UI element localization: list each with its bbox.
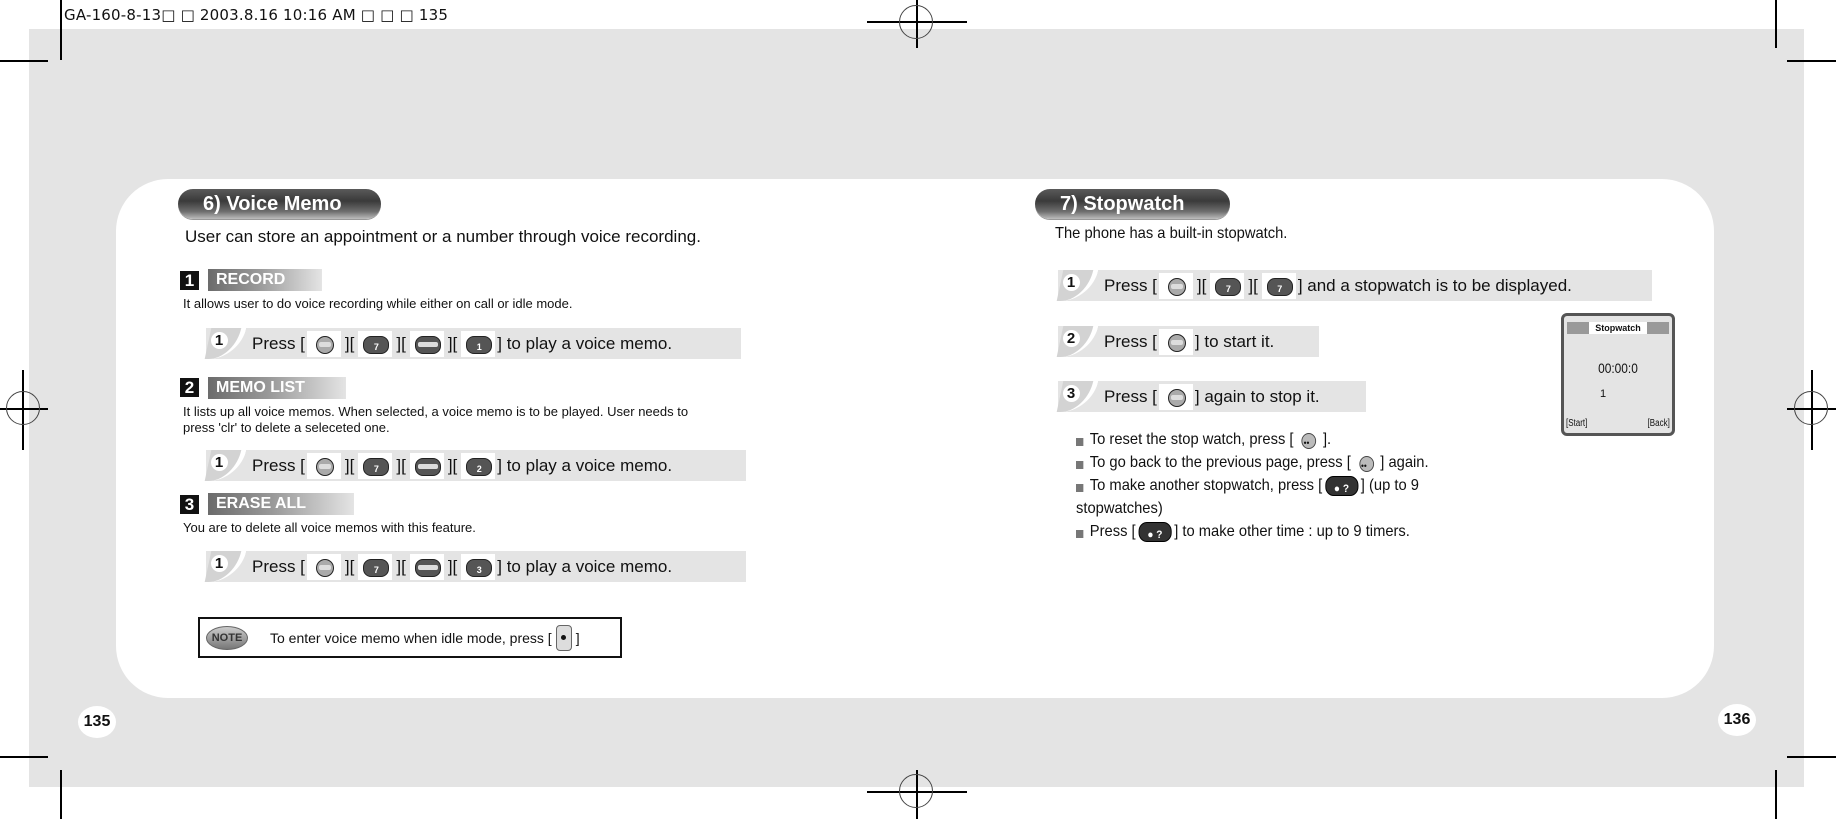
crop-mark [60, 770, 62, 819]
stopwatch-intro: The phone has a built-in stopwatch. [1055, 225, 1288, 242]
2-key-icon: 2 [461, 452, 496, 479]
menu-key-icon [306, 452, 341, 479]
step-number: 1 [204, 328, 247, 359]
step-text: Press [ [1104, 275, 1157, 295]
subsection-number: 3 [180, 495, 199, 514]
7-key-icon: 7 [1261, 272, 1296, 299]
section-title-stopwatch: 7) Stopwatch [1035, 189, 1230, 219]
registration-circle [6, 391, 40, 425]
subsection-description: It allows user to do voice recording whi… [183, 296, 573, 311]
step-text: ] to play a voice memo. [497, 333, 673, 353]
section-title-text: 6) Voice Memo [203, 192, 342, 215]
description-line: It lists up all voice memos. When select… [183, 404, 689, 419]
note-badge-icon: NOTE [206, 625, 248, 650]
stopwatch-tips: To reset the stop watch, press []. To go… [1076, 428, 1459, 543]
step-row: 3 Press [ ] again to stop it. [1056, 381, 1366, 412]
step-row: 1 Press [ ][ 7 ][ 7 ] and a stopwatch is… [1056, 270, 1652, 301]
voice-memo-intro: User can store an appointment or a numbe… [185, 227, 701, 246]
step-text: Press [ [252, 333, 305, 353]
softkey-back: [Back] [1647, 418, 1670, 429]
step-row: 1 Press [ ][ 7 ][ ][ 1 ] to play a voice… [204, 328, 741, 359]
subsection-label-record: RECORD [208, 269, 322, 291]
1-key-icon: 1 [461, 330, 496, 357]
tip-item: To go back to the previous page, press [… [1076, 451, 1429, 478]
step-text: Press [ [252, 556, 305, 576]
tip-item-continuation: stopwatches) [1076, 500, 1163, 517]
registration-circle [899, 5, 933, 39]
crop-mark [0, 756, 48, 758]
step-row: 2 Press [ ] to start it. [1056, 326, 1319, 357]
step-text: Press [ [1104, 386, 1157, 406]
description-line: press 'clr' to delete a seleceted one. [183, 420, 390, 435]
side-record-key-icon [555, 624, 572, 651]
bullet-square-icon [1076, 530, 1084, 538]
7-key-icon: 7 [1210, 272, 1245, 299]
page-number-left: 135 [78, 706, 116, 738]
stopwatch-index: 1 [1600, 388, 1607, 400]
screen-title-bar: Stopwatch [1567, 322, 1669, 334]
step-number: 1 [204, 450, 247, 481]
tip-item: To make another stopwatch, press [● ?] (… [1076, 474, 1429, 497]
7-key-icon: 7 [358, 553, 393, 580]
step-text: ] to start it. [1194, 331, 1275, 351]
bullet-square-icon [1076, 438, 1084, 446]
crop-mark [60, 0, 62, 60]
crop-mark [1787, 60, 1836, 62]
subsection-description: You are to delete all voice memos with t… [183, 520, 476, 535]
crop-mark [0, 60, 48, 62]
subsection-number: 2 [180, 378, 199, 397]
step-row: 1 Press [ ][ 7 ][ ][ 3 ] to play a voice… [204, 551, 746, 582]
up-nav-key-icon [409, 452, 444, 479]
phone-screen-stopwatch: Stopwatch 00:00:0 1 [Start] [Back] [1561, 313, 1675, 436]
tip-item: To reset the stop watch, press []. [1076, 428, 1429, 455]
step-number: 1 [204, 551, 247, 582]
note-text-suffix: ] [575, 629, 580, 646]
step-number: 1 [1056, 270, 1099, 301]
note-text: To enter voice memo when idle mode, pres… [270, 629, 552, 646]
stopwatch-time: 00:00:0 [1598, 360, 1638, 376]
page-number-right: 136 [1718, 704, 1756, 736]
send-key-icon: ● ? [1138, 521, 1172, 542]
menu-key-icon [1158, 272, 1193, 299]
subsection-description: It lists up all voice memos. When select… [183, 404, 688, 436]
up-nav-key-icon [409, 330, 444, 357]
crop-mark [1775, 0, 1777, 48]
step-text: Press [ [1104, 331, 1157, 351]
subsection-label-memo-list: MEMO LIST [208, 377, 346, 399]
crop-mark [1775, 770, 1777, 819]
clear-key-icon [1353, 452, 1378, 478]
subsection-label-erase-all: ERASE ALL [208, 493, 354, 515]
step-text: ] again to stop it. [1194, 386, 1320, 406]
screen-title: Stopwatch [1589, 322, 1647, 334]
crop-mark [1787, 756, 1836, 758]
print-slug: GA-160-8-13□ □ 2003.8.16 10:16 AM □ □ □ … [64, 6, 449, 24]
up-nav-key-icon [409, 553, 444, 580]
menu-key-icon [306, 553, 341, 580]
send-key-icon: ● ? [1324, 475, 1359, 496]
bullet-square-icon [1076, 461, 1084, 469]
menu-key-icon [306, 330, 341, 357]
step-text: ] to play a voice memo. [497, 455, 673, 475]
3-key-icon: 3 [461, 553, 496, 580]
7-key-icon: 7 [358, 452, 393, 479]
step-number: 3 [1056, 381, 1099, 412]
registration-circle [899, 774, 933, 808]
clear-key-icon [1296, 429, 1321, 455]
step-text: ] to play a voice memo. [497, 556, 673, 576]
subsection-number: 1 [180, 271, 199, 290]
tip-item: Press [● ?] to make other time : up to 9… [1076, 520, 1429, 543]
softkey-start: [Start] [1566, 418, 1588, 429]
7-key-icon: 7 [358, 330, 393, 357]
step-number: 2 [1056, 326, 1099, 357]
registration-circle [1794, 391, 1828, 425]
note-box: NOTE To enter voice memo when idle mode,… [198, 617, 622, 658]
section-title-voice-memo: 6) Voice Memo [178, 189, 381, 219]
section-title-text: 7) Stopwatch [1060, 192, 1185, 215]
menu-key-icon [1158, 383, 1193, 410]
step-text: Press [ [252, 455, 305, 475]
menu-key-icon [1158, 328, 1193, 355]
step-row: 1 Press [ ][ 7 ][ ][ 2 ] to play a voice… [204, 450, 746, 481]
step-text: ] and a stopwatch is to be displayed. [1297, 275, 1572, 295]
bullet-square-icon [1076, 484, 1084, 492]
